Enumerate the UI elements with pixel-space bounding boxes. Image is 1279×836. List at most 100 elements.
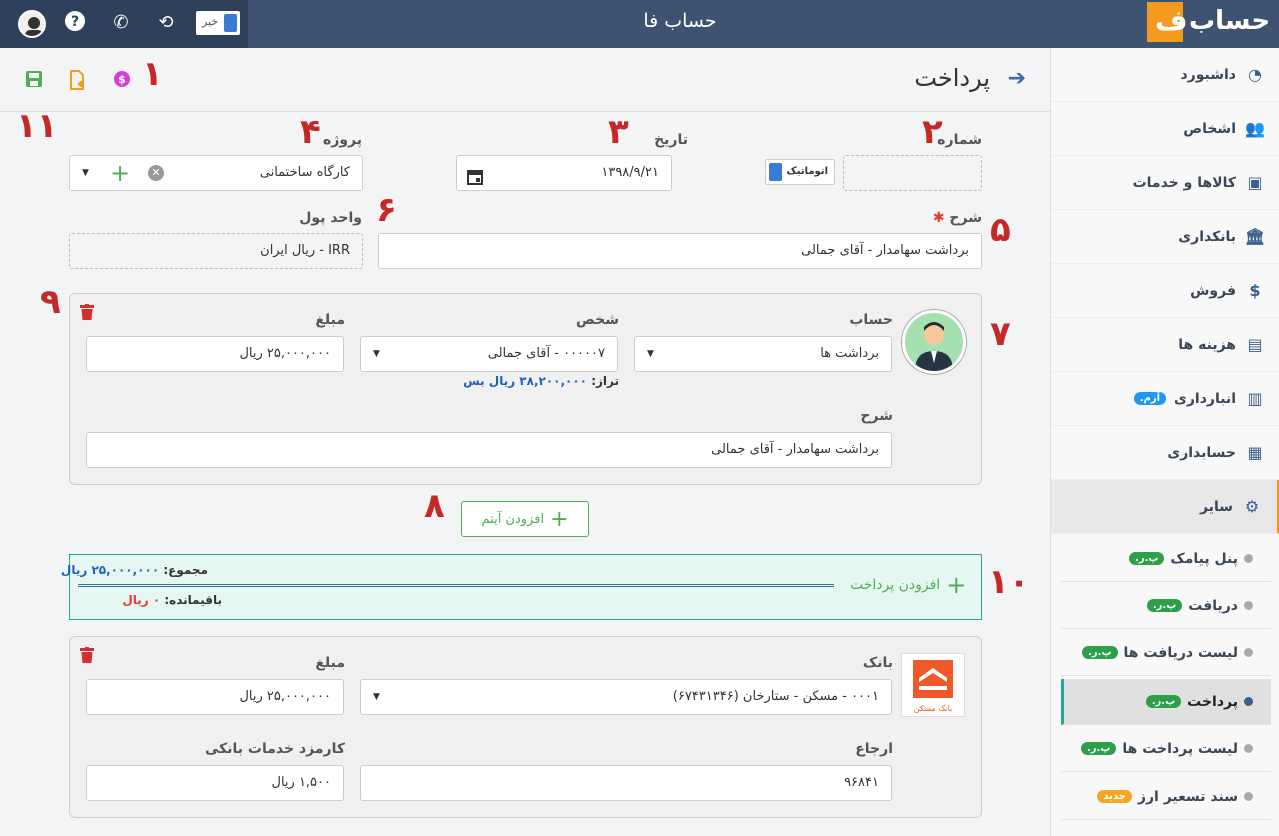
annotation-number: ۱ (142, 54, 163, 94)
person-avatar (902, 310, 966, 374)
box-icon: ▣ (1247, 172, 1263, 192)
help-icon[interactable]: ? (62, 10, 88, 36)
add-project-icon[interactable]: + (110, 156, 130, 190)
add-item-button[interactable]: + افزودن آیتم (461, 501, 589, 537)
chevron-down-icon: ▼ (647, 349, 654, 359)
subitem-badge: جدید (1097, 790, 1132, 803)
phone-icon[interactable]: ✆ (108, 10, 134, 36)
person-select[interactable]: ۰۰۰۰۰۷ - آقای جمالی ▼ (360, 336, 618, 372)
add-payment-button[interactable]: + افزودن پرداخت (850, 571, 966, 599)
sidebar-item-people[interactable]: 👥 اشخاص (1051, 102, 1279, 156)
app-logo[interactable]: ف حساب (1147, 2, 1275, 44)
svg-text:?: ? (71, 14, 79, 30)
add-item-label: افزودن آیتم (481, 511, 545, 527)
toggle-switch[interactable]: خیر (196, 11, 240, 35)
remaining-line: باقیمانده: ۰ ریال (122, 593, 222, 607)
reference-input[interactable]: ۹۶۸۴۱ (360, 765, 892, 801)
account-select[interactable]: برداشت ها ▼ (634, 336, 892, 372)
currency-field[interactable]: IRR - ریال ایران (69, 233, 363, 269)
subitem-badge: پ.ر. (1145, 695, 1182, 708)
subitem-label: لیست پرداخت ها (1122, 740, 1238, 757)
amount-input[interactable]: ۲۵,۰۰۰,۰۰۰ ریال (86, 336, 344, 372)
summary-divider (78, 584, 834, 587)
calendar-icon[interactable] (467, 165, 483, 199)
sidebar-badge: آزم. (1133, 392, 1167, 405)
item-description-label: شرح (860, 408, 893, 424)
plus-icon: + (946, 571, 967, 599)
dashboard-icon: ◔ (1248, 64, 1262, 84)
wallet-icon: ▤ (1247, 334, 1263, 354)
sync-icon[interactable]: ⟲ (153, 10, 179, 36)
bank-logo: بانک مسکن (901, 653, 965, 717)
sidebar-subitem-payment[interactable]: پرداخت پ.ر. (1061, 679, 1271, 725)
bullet-icon (1244, 697, 1253, 706)
payment-amount-label: مبلغ (315, 655, 345, 671)
subitem-label: دریافت (1188, 597, 1238, 614)
auto-number-toggle[interactable]: اتوماتیک (765, 159, 835, 185)
sidebar-item-other[interactable]: ⚙ سایر (1051, 480, 1279, 534)
save-icon[interactable] (24, 70, 44, 90)
toggle-label: خیر (202, 15, 219, 28)
bank-select[interactable]: ۰۰۰۱ - مسکن - ستارخان (۶۷۴۳۱۳۴۶) ▼ (360, 679, 892, 715)
balance-line: تراز: ۳۸,۲۰۰,۰۰۰ ریال بس (463, 374, 619, 388)
logo-mark: ف (1147, 2, 1188, 42)
subitem-badge: پ.ر. (1080, 742, 1117, 755)
delete-item-icon[interactable] (80, 304, 94, 324)
required-icon: ✱ (932, 210, 945, 226)
chevron-down-icon: ▼ (82, 168, 89, 178)
other-icon: ⚙ (1244, 496, 1260, 516)
back-arrow-icon[interactable]: ➔ (1008, 66, 1026, 91)
annotation-number: ۷ (990, 314, 1011, 354)
people-icon: 👥 (1245, 118, 1265, 138)
delete-payment-icon[interactable] (80, 647, 94, 667)
sidebar-subitem-payment-list[interactable]: لیست پرداخت ها پ.ر. (1061, 726, 1271, 772)
sidebar-item-label: کالاها و خدمات (1132, 174, 1236, 191)
sidebar-subitem-receive[interactable]: دریافت پ.ر. (1061, 583, 1271, 629)
sidebar-subitem-receive-list[interactable]: لیست دریافت ها پ.ر. (1061, 630, 1271, 676)
sidebar-item-expenses[interactable]: ▤ هزینه ها (1051, 318, 1279, 372)
subitem-label: لیست دریافت ها (1123, 644, 1239, 661)
currency-label: واحد پول (299, 210, 362, 226)
sidebar-item-accounting[interactable]: ▦ حسابداری (1051, 426, 1279, 480)
bank-fee-label: کارمزد خدمات بانکی (204, 741, 345, 757)
item-description-input[interactable]: برداشت سهامدار - آقای جمالی (86, 432, 892, 468)
sales-icon: $ (1249, 280, 1261, 300)
sidebar-item-label: هزینه ها (1178, 336, 1236, 353)
sidebar-item-banking[interactable]: 🏛 بانکداری (1051, 210, 1279, 264)
currency-icon[interactable]: $ (112, 70, 132, 90)
sidebar-subitem-sms[interactable]: پنل پیامک پ.ر. (1061, 536, 1271, 582)
bullet-icon (1244, 601, 1253, 610)
clear-icon[interactable]: ✕ (148, 165, 164, 181)
person-value: ۰۰۰۰۰۷ - آقای جمالی (487, 346, 605, 361)
sidebar-item-dashboard[interactable]: ◔ داشبورد (1051, 48, 1279, 102)
svg-text:$: $ (118, 73, 126, 86)
user-avatar[interactable] (18, 10, 46, 38)
page-title: پرداخت (914, 64, 990, 92)
bank-payment-panel: بانک مسکن بانک ۰۰۰۱ - مسکن - ستارخان (۶۷… (69, 636, 982, 818)
bullet-icon (1244, 554, 1253, 563)
sidebar-subitem-fx-doc[interactable]: سند تسعیر ارز جدید (1061, 774, 1271, 820)
logo-text: حساب (1189, 6, 1271, 36)
subitem-label: سند تسعیر ارز (1137, 788, 1238, 805)
app-title: حساب فا (643, 10, 717, 32)
payment-amount-input[interactable]: ۲۵,۰۰۰,۰۰۰ ریال (86, 679, 344, 715)
date-field[interactable]: ۱۳۹۸/۹/۲۱ (456, 155, 672, 191)
number-field[interactable] (843, 155, 982, 191)
description-input[interactable]: برداشت سهامدار - آقای جمالی (378, 233, 982, 269)
plus-icon: + (550, 506, 569, 532)
auto-knob (769, 163, 782, 181)
bank-label: بانک (862, 655, 893, 671)
top-bar: ? ✆ ⟲ خیر حساب فا ف حساب (0, 0, 1279, 48)
bank-fee-input[interactable]: ۱,۵۰۰ ریال (86, 765, 344, 801)
remaining-label: باقیمانده: (164, 593, 222, 607)
project-select[interactable]: کارگاه ساختمانی ▼ + ✕ (69, 155, 363, 191)
new-document-icon[interactable] (68, 70, 88, 90)
sidebar-item-label: فروش (1190, 282, 1236, 299)
sidebar-item-warehouse[interactable]: ▥ انبارداری آزم. (1051, 372, 1279, 426)
sidebar-item-products[interactable]: ▣ کالاها و خدمات (1051, 156, 1279, 210)
sidebar-item-sales[interactable]: $ فروش (1051, 264, 1279, 318)
chevron-down-icon: ▼ (373, 692, 380, 702)
warehouse-icon: ▥ (1247, 388, 1263, 408)
payment-item-panel: حساب برداشت ها ▼ شخص ۰۰۰۰۰۷ - آقای جمالی… (69, 293, 982, 485)
date-label: تاریخ (654, 132, 688, 148)
